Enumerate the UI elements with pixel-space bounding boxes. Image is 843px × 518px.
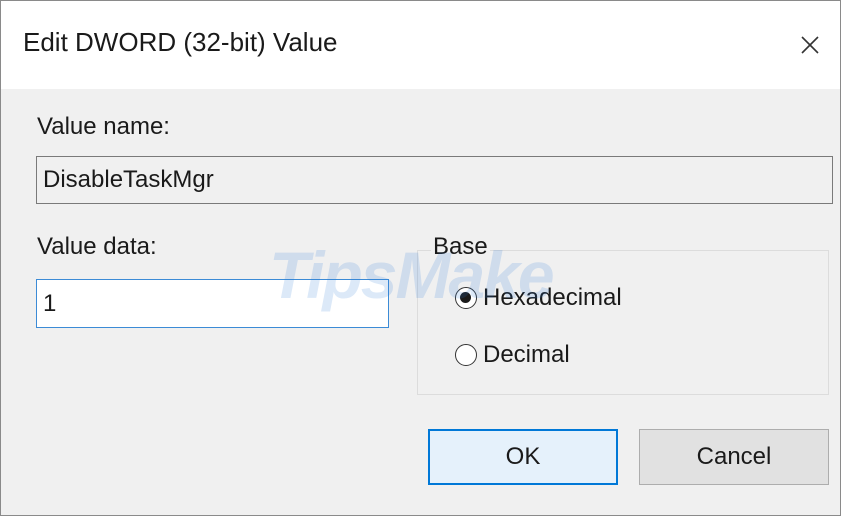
base-legend: Base bbox=[431, 233, 490, 261]
radio-button-hexadecimal[interactable] bbox=[455, 287, 477, 309]
value-name-field: DisableTaskMgr bbox=[36, 156, 833, 204]
radio-label-hexadecimal: Hexadecimal bbox=[483, 284, 622, 311]
ok-button[interactable]: OK bbox=[428, 429, 618, 485]
radio-hexadecimal[interactable]: Hexadecimal bbox=[455, 284, 622, 312]
value-name-label: Value name: bbox=[37, 113, 170, 140]
base-groupbox bbox=[417, 250, 829, 395]
cancel-button[interactable]: Cancel bbox=[639, 429, 829, 485]
radio-decimal[interactable]: Decimal bbox=[455, 341, 570, 369]
value-data-input[interactable]: 1 bbox=[36, 279, 389, 328]
value-data-label: Value data: bbox=[37, 233, 157, 260]
close-icon[interactable] bbox=[792, 27, 828, 63]
radio-button-decimal[interactable] bbox=[455, 344, 477, 366]
title-bar: Edit DWORD (32-bit) Value bbox=[1, 1, 840, 89]
dialog-title: Edit DWORD (32-bit) Value bbox=[23, 27, 338, 57]
radio-label-decimal: Decimal bbox=[483, 341, 570, 368]
edit-dword-dialog: Edit DWORD (32-bit) Value Value name: Di… bbox=[0, 0, 841, 516]
